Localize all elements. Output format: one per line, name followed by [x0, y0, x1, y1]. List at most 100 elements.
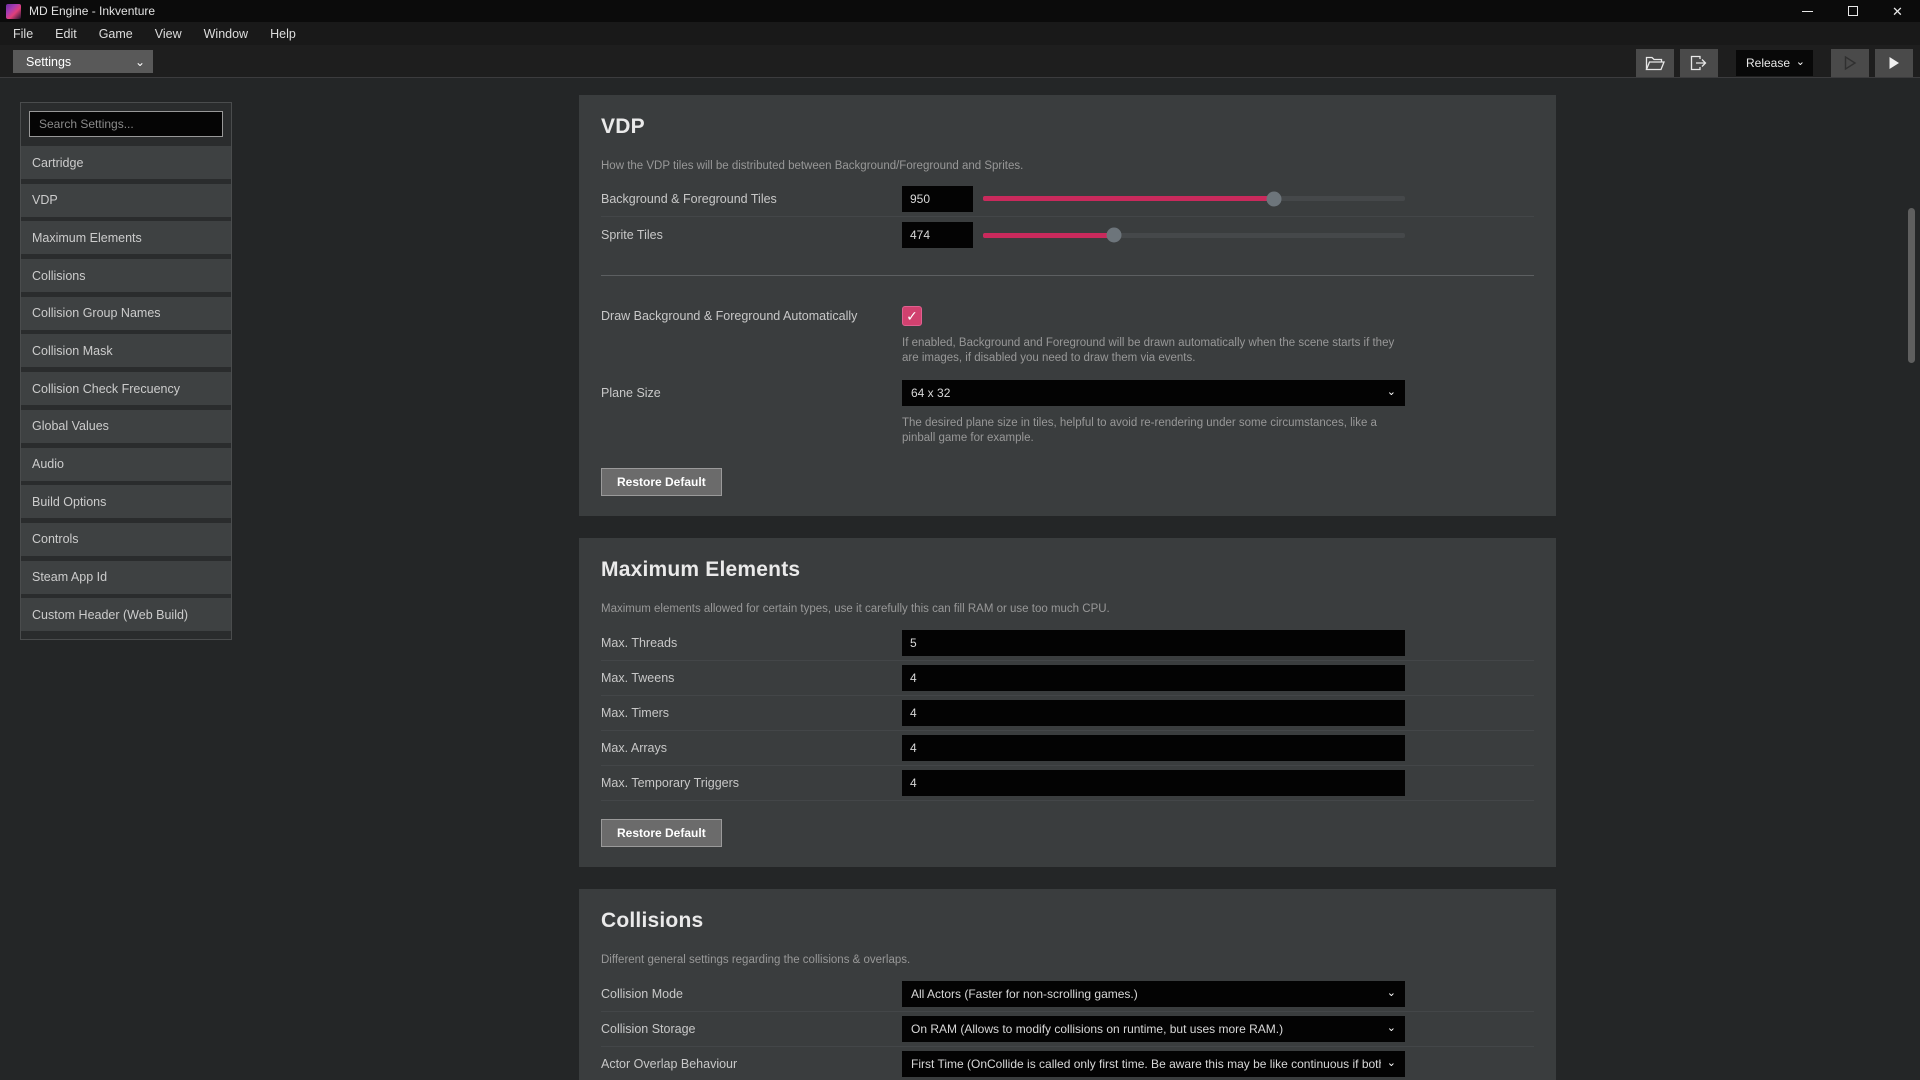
plane-size-label: Plane Size — [601, 380, 902, 446]
sprite-tiles-slider[interactable] — [983, 233, 1405, 238]
vertical-scrollbar-thumb[interactable] — [1908, 208, 1915, 363]
run-button[interactable] — [1875, 49, 1913, 77]
max-threads-input[interactable] — [902, 630, 1405, 656]
actor-overlap-behaviour-row: Actor Overlap Behaviour First Time (OnCo… — [601, 1047, 1534, 1080]
sidebar-item-cartridge[interactable]: Cartridge — [21, 146, 231, 179]
sidebar-item-steam-app-id[interactable]: Steam App Id — [21, 561, 231, 594]
settings-main: VDP How the VDP tiles will be distribute… — [579, 95, 1556, 1080]
max-temporary-triggers-label: Max. Temporary Triggers — [601, 776, 902, 790]
actor-overlap-behaviour-label: Actor Overlap Behaviour — [601, 1057, 902, 1071]
search-input[interactable] — [29, 111, 223, 137]
draw-auto-label: Draw Background & Foreground Automatical… — [601, 306, 902, 366]
menu-window[interactable]: Window — [193, 22, 259, 45]
sidebar-item-build-options[interactable]: Build Options — [21, 485, 231, 518]
settings-sidebar: Cartridge VDP Maximum Elements Collision… — [20, 102, 232, 640]
build-config-select[interactable]: Release ⌄ — [1736, 50, 1813, 76]
mode-select[interactable]: Settings ⌄ — [13, 50, 153, 73]
mode-select-value: Settings — [26, 55, 71, 69]
plane-size-value: 64 x 32 — [911, 386, 1381, 400]
plane-size-help: The desired plane size in tiles, helpful… — [902, 416, 1405, 446]
menu-edit[interactable]: Edit — [44, 22, 88, 45]
run-debug-button[interactable] — [1831, 49, 1869, 77]
menu-help[interactable]: Help — [259, 22, 307, 45]
menu-bar: File Edit Game View Window Help — [0, 22, 1920, 45]
sidebar-item-custom-header[interactable]: Custom Header (Web Build) — [21, 598, 231, 631]
sidebar-item-collision-check-frecuency[interactable]: Collision Check Frecuency — [21, 372, 231, 405]
chevron-down-icon: ⌄ — [1387, 1026, 1396, 1032]
draw-auto-checkbox[interactable]: ✓ — [902, 306, 922, 326]
check-icon: ✓ — [906, 308, 918, 325]
collision-mode-row: Collision Mode All Actors (Faster for no… — [601, 977, 1534, 1012]
build-config-value: Release — [1746, 56, 1790, 70]
chevron-down-icon: ⌄ — [135, 59, 145, 65]
open-project-button[interactable] — [1636, 49, 1674, 77]
play-icon — [1886, 55, 1902, 71]
bg-fg-tiles-row: Background & Foreground Tiles — [601, 181, 1534, 217]
actor-overlap-behaviour-select[interactable]: First Time (OnCollide is called only fir… — [902, 1051, 1405, 1077]
sidebar-item-controls[interactable]: Controls — [21, 523, 231, 556]
max-arrays-input[interactable] — [902, 735, 1405, 761]
max-timers-input[interactable] — [902, 700, 1405, 726]
vdp-panel: VDP How the VDP tiles will be distribute… — [579, 95, 1556, 516]
sidebar-item-vdp[interactable]: VDP — [21, 184, 231, 217]
draw-auto-help: If enabled, Background and Foreground wi… — [902, 336, 1405, 366]
max-temporary-triggers-row: Max. Temporary Triggers — [601, 766, 1534, 801]
window-controls: ✕ — [1785, 0, 1920, 22]
export-button[interactable] — [1680, 49, 1718, 77]
max-temporary-triggers-input[interactable] — [902, 770, 1405, 796]
actor-overlap-behaviour-value: First Time (OnCollide is called only fir… — [911, 1057, 1381, 1071]
chevron-down-icon: ⌄ — [1387, 1061, 1396, 1067]
max-threads-label: Max. Threads — [601, 636, 902, 650]
slider-fill — [983, 196, 1274, 201]
bg-fg-tiles-label: Background & Foreground Tiles — [601, 192, 902, 206]
max-timers-row: Max. Timers — [601, 696, 1534, 731]
minimize-button[interactable] — [1785, 0, 1830, 22]
menu-view[interactable]: View — [144, 22, 193, 45]
sprite-tiles-row: Sprite Tiles — [601, 217, 1534, 253]
plane-size-field: 64 x 32 ⌄ The desired plane size in tile… — [902, 380, 1405, 446]
window-title: MD Engine - Inkventure — [29, 4, 155, 18]
max-tweens-input[interactable] — [902, 665, 1405, 691]
collision-storage-value: On RAM (Allows to modify collisions on r… — [911, 1022, 1381, 1036]
maximum-elements-rows: Max. Threads Max. Tweens Max. Timers Max… — [601, 626, 1534, 801]
slider-thumb[interactable] — [1106, 228, 1121, 243]
folder-open-icon — [1645, 55, 1665, 71]
collision-storage-row: Collision Storage On RAM (Allows to modi… — [601, 1012, 1534, 1047]
close-icon: ✕ — [1892, 5, 1903, 18]
collisions-panel: Collisions Different general settings re… — [579, 889, 1556, 1080]
restore-button[interactable] — [1830, 0, 1875, 22]
menu-file[interactable]: File — [2, 22, 44, 45]
close-button[interactable]: ✕ — [1875, 0, 1920, 22]
max-arrays-row: Max. Arrays — [601, 731, 1534, 766]
bg-fg-tiles-input[interactable] — [902, 186, 973, 212]
export-icon — [1689, 55, 1709, 71]
sidebar-item-collision-mask[interactable]: Collision Mask — [21, 334, 231, 367]
collision-mode-select[interactable]: All Actors (Faster for non-scrolling gam… — [902, 981, 1405, 1007]
vdp-restore-default-button[interactable]: Restore Default — [601, 468, 722, 496]
collision-storage-select[interactable]: On RAM (Allows to modify collisions on r… — [902, 1016, 1405, 1042]
menu-game[interactable]: Game — [88, 22, 144, 45]
maximum-elements-panel: Maximum Elements Maximum elements allowe… — [579, 538, 1556, 867]
slider-thumb[interactable] — [1267, 191, 1282, 206]
sidebar-item-maximum-elements[interactable]: Maximum Elements — [21, 221, 231, 254]
collision-mode-label: Collision Mode — [601, 987, 902, 1001]
sidebar-item-audio[interactable]: Audio — [21, 448, 231, 481]
plane-size-select[interactable]: 64 x 32 ⌄ — [902, 380, 1405, 406]
max-threads-row: Max. Threads — [601, 626, 1534, 661]
sprite-tiles-label: Sprite Tiles — [601, 228, 902, 242]
max-timers-label: Max. Timers — [601, 706, 902, 720]
maximum-elements-restore-default-button[interactable]: Restore Default — [601, 819, 722, 847]
sprite-tiles-input[interactable] — [902, 222, 973, 248]
max-tweens-label: Max. Tweens — [601, 671, 902, 685]
section-divider — [601, 275, 1534, 276]
sidebar-item-collision-group-names[interactable]: Collision Group Names — [21, 297, 231, 330]
collisions-description: Different general settings regarding the… — [601, 953, 1534, 967]
sidebar-item-collisions[interactable]: Collisions — [21, 259, 231, 292]
bg-fg-tiles-slider[interactable] — [983, 196, 1405, 201]
play-outline-icon — [1842, 55, 1858, 71]
sidebar-item-global-values[interactable]: Global Values — [21, 410, 231, 443]
restore-icon — [1848, 6, 1858, 16]
slider-fill — [983, 233, 1114, 238]
minimize-icon — [1802, 11, 1813, 12]
collision-mode-value: All Actors (Faster for non-scrolling gam… — [911, 987, 1381, 1001]
